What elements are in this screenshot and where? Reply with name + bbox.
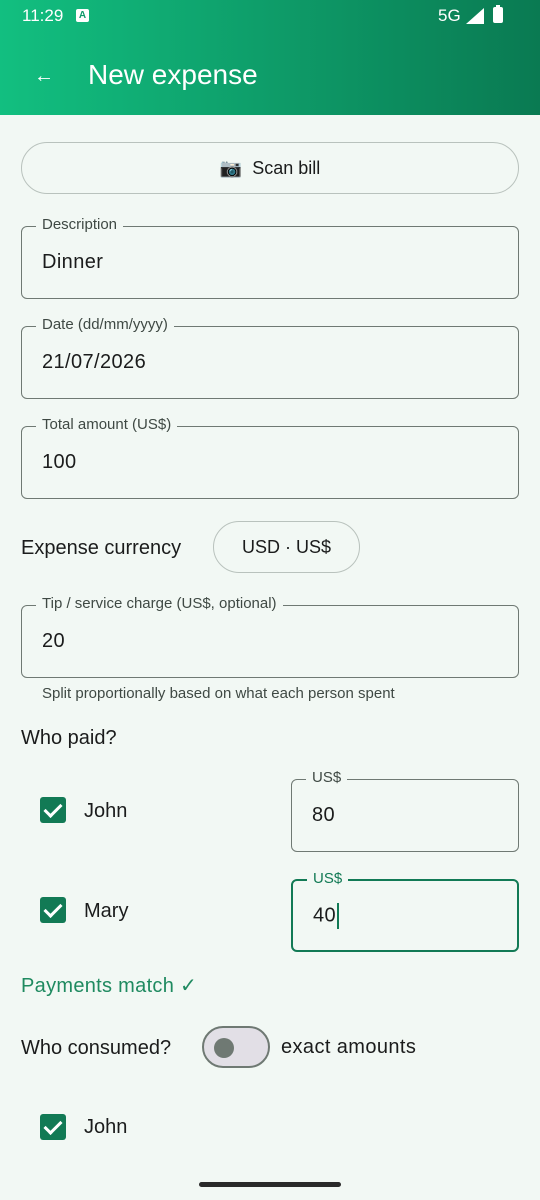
who-consumed-label: Who consumed?: [21, 1037, 172, 1059]
description-value: Dinner: [42, 251, 104, 273]
text-cursor: [337, 903, 340, 929]
exact-amounts-toggle[interactable]: [202, 1026, 270, 1068]
toggle-knob: [214, 1038, 234, 1058]
consumer-john-checkbox[interactable]: [40, 1114, 66, 1140]
total-amount-value: 100: [42, 451, 77, 473]
exact-amounts-label: exact amounts: [281, 1036, 417, 1058]
page-title: New expense: [88, 59, 258, 90]
tip-value: 20: [42, 630, 66, 652]
currency-button[interactable]: USD · US$: [213, 521, 360, 573]
tip-label: Tip / service charge (US$, optional): [36, 595, 283, 613]
scan-bill-label: Scan bill: [252, 157, 321, 178]
battery-icon: [493, 5, 503, 23]
date-field[interactable]: Date (dd/mm/yyyy) 21/07/2026: [21, 316, 519, 399]
payer-john-amount-field[interactable]: US$ 80: [291, 769, 519, 852]
payer-john-amount-value: 80: [312, 804, 336, 826]
consumer-john-name: John: [84, 1116, 128, 1138]
payer-john-name: John: [84, 800, 128, 822]
date-value: 21/07/2026: [42, 351, 147, 373]
date-label: Date (dd/mm/yyyy): [36, 316, 174, 334]
who-paid-label: Who paid?: [21, 727, 117, 749]
total-amount-label: Total amount (US$): [36, 416, 178, 434]
expense-currency-label: Expense currency: [21, 537, 182, 559]
tip-helper-text: Split proportionally based on what each …: [42, 685, 395, 702]
payer-mary-amount-input: 40: [313, 903, 340, 929]
total-amount-field[interactable]: Total amount (US$) 100: [21, 416, 519, 499]
payer-mary-amount-label: US$: [307, 870, 349, 888]
camera-icon: 📷: [219, 157, 243, 178]
payer-mary-name: Mary: [84, 900, 129, 922]
payer-mary-checkbox[interactable]: [40, 897, 66, 923]
payments-match-status: Payments match ✓: [21, 975, 198, 997]
scan-bill-button[interactable]: 📷 Scan bill: [21, 142, 519, 194]
network-type: 5G: [438, 6, 461, 25]
tip-field[interactable]: Tip / service charge (US$, optional) 20: [21, 595, 519, 678]
home-indicator[interactable]: [199, 1182, 341, 1187]
payer-john-amount-label: US$: [306, 769, 348, 787]
payer-mary-amount-field[interactable]: US$ 40: [291, 870, 519, 952]
description-label: Description: [36, 216, 124, 234]
status-bar: 11:29 A 5G: [0, 0, 540, 32]
payer-john-checkbox[interactable]: [40, 797, 66, 823]
payer-mary-amount-value: 40: [313, 904, 337, 927]
description-field[interactable]: Description Dinner: [21, 216, 519, 299]
signal-icon: [466, 8, 484, 24]
status-time: 11:29: [22, 6, 64, 25]
back-arrow-icon[interactable]: ←: [26, 58, 62, 94]
notification-icon: A: [76, 9, 89, 22]
